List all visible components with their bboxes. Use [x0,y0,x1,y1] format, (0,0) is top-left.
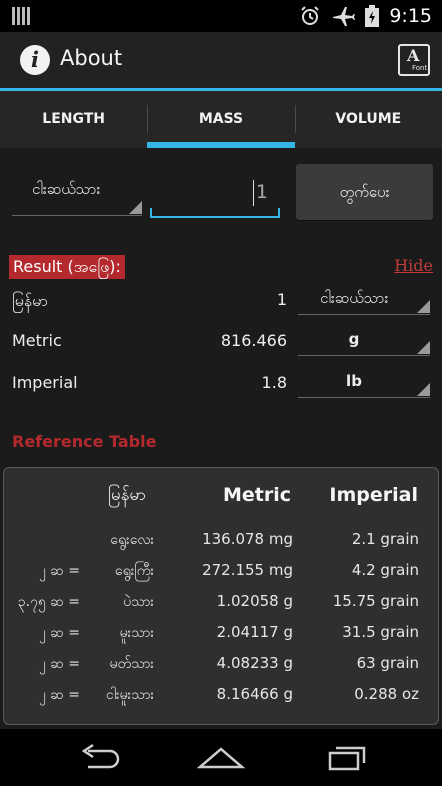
status-icons: 9:15 [299,4,432,28]
table-row: ၂ ဆ = ရွေးကြီး 272.155 mg 4.2 grain [4,555,440,585]
myanmar-cell: မူးသား [119,625,154,641]
imperial-cell: 0.288 oz [354,685,419,703]
recent-apps-icon[interactable] [322,743,372,773]
unit-dropdown[interactable]: ငါးဆယ်သား [12,168,142,216]
ratio-cell: ၂ ဆ = [38,625,80,641]
imperial-cell: 31.5 grain [342,623,419,641]
navigation-bar [0,729,442,786]
ratio-cell: ၂ ဆ = [38,687,80,703]
dropdown-arrow-icon [417,300,430,313]
font-button[interactable]: A Font [398,44,430,76]
font-caption: Font [412,64,428,72]
metric-cell: 2.04117 g [216,623,293,641]
myanmar-unit-dropdown[interactable]: ငါးဆယ်သား [298,283,430,315]
ratio-cell: ၃.၇၅ ဆ = [17,594,80,610]
metric-cell: 1.02058 g [216,592,293,610]
dropdown-arrow-icon [417,383,430,396]
tab-volume[interactable]: VOLUME [294,91,442,148]
result-row-value: 1.8 [261,373,287,392]
result-row-name: Metric [12,331,62,350]
table-row: ရွေးလေး 136.078 mg 2.1 grain [4,524,440,554]
dropdown-arrow-icon [129,201,142,214]
result-row-metric: Metric 816.466 g [0,324,442,358]
header-metric: Metric [222,484,291,506]
result-row-myanmar: မြန်မာ 1 ငါးဆယ်သား [0,283,442,317]
action-bar: i About A Font [0,32,442,88]
myanmar-cell: ရွေးကြီး [114,563,154,579]
alarm-icon [301,6,320,25]
calculate-button[interactable]: တွက်ပေး [296,164,433,220]
airplane-mode-icon [333,7,356,26]
status-time: 9:15 [389,5,432,27]
header-myanmar: မြန်မာ [108,485,147,505]
imperial-cell: 4.2 grain [351,561,419,579]
table-row: ၂ ဆ = မူးသား 2.04117 g 31.5 grain [4,617,440,647]
battery-charging-icon [365,5,380,27]
imperial-cell: 63 grain [356,654,419,672]
result-label: Result (အဖြေ): [9,255,125,279]
table-row: ၂ ဆ = ငါးမူးသား 8.16466 g 0.288 oz [4,679,440,709]
myanmar-unit-label: ငါးဆယ်သား [320,289,389,307]
myanmar-cell: ရွေးလေး [110,532,154,548]
hide-link[interactable]: Hide [394,256,433,275]
result-row-value: 816.466 [220,331,287,350]
info-icon[interactable]: i [20,45,50,75]
imperial-unit-dropdown[interactable]: lb [298,366,430,398]
metric-cell: 272.155 mg [202,561,293,579]
result-row-name: Imperial [12,373,78,392]
signal-bars-icon [12,7,30,25]
reference-table: မြန်မာ Metric Imperial ရွေးလေး 136.078 m… [3,467,439,725]
myanmar-cell: မတ်သား [109,656,154,672]
header-imperial: Imperial [329,484,418,506]
ratio-cell: ၂ ဆ = [38,656,80,672]
myanmar-cell: ပဲသား [123,594,154,610]
value-input[interactable] [168,178,268,206]
result-row-value: 1 [276,290,287,309]
unit-dropdown-label: ငါးဆယ်သား [32,180,101,198]
metric-cell: 136.078 mg [202,530,293,548]
metric-unit-label: g [348,330,360,348]
result-row-name: မြန်မာ [12,291,48,310]
imperial-unit-label: lb [346,372,362,390]
page-title: About [60,46,123,70]
imperial-cell: 2.1 grain [351,530,419,548]
tab-mass[interactable]: MASS [147,91,295,148]
myanmar-cell: ငါးမူးသား [105,687,154,703]
metric-cell: 8.16466 g [216,685,293,703]
tab-length[interactable]: LENGTH [0,91,147,148]
status-bar: 9:15 [0,0,442,32]
imperial-cell: 15.75 grain [332,592,419,610]
table-row: ၃.၇၅ ဆ = ပဲသား 1.02058 g 15.75 grain [4,586,440,616]
metric-unit-dropdown[interactable]: g [298,324,430,356]
back-icon[interactable] [74,743,124,773]
metric-cell: 4.08233 g [216,654,293,672]
table-row: ၂ ဆ = မတ်သား 4.08233 g 63 grain [4,648,440,678]
home-icon[interactable] [196,743,246,773]
tab-bar: LENGTH MASS VOLUME [0,91,442,148]
value-field[interactable] [150,168,280,218]
ratio-cell: ၂ ဆ = [38,563,80,579]
result-row-imperial: Imperial 1.8 lb [0,366,442,400]
reference-table-title: Reference Table [12,432,157,451]
font-icon: A [407,46,420,65]
dropdown-arrow-icon [417,341,430,354]
